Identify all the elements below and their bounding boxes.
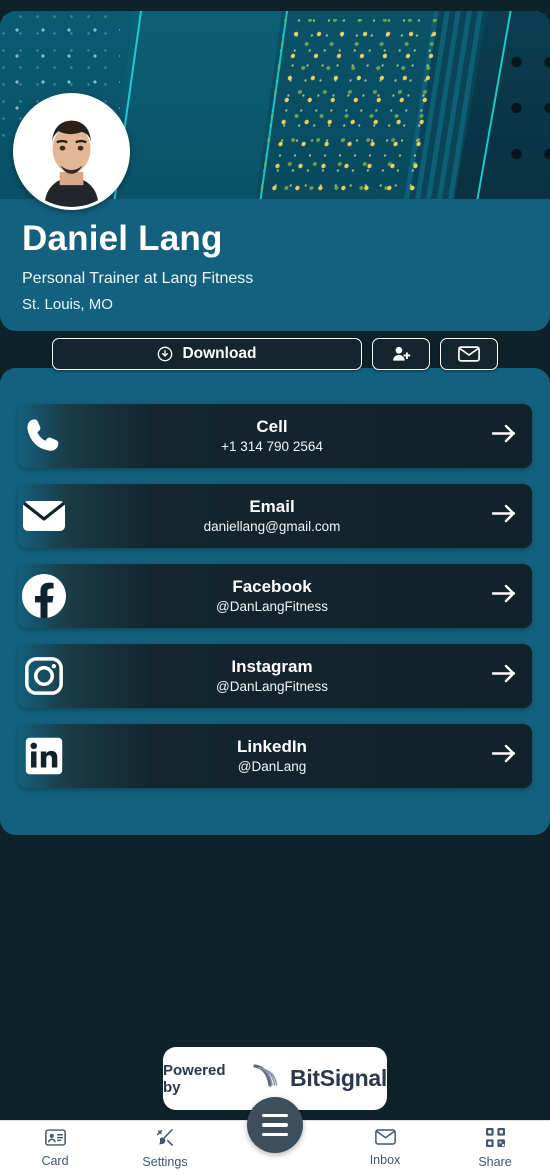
avatar xyxy=(13,93,130,210)
arrow-right-icon[interactable] xyxy=(490,502,518,531)
list-item-text: Cell +1 314 790 2564 xyxy=(18,416,532,456)
list-item-text: LinkedIn @DanLang xyxy=(18,736,532,776)
nav-item-card[interactable]: Card xyxy=(0,1128,110,1168)
nav-item-card-label: Card xyxy=(41,1153,69,1168)
phone-icon xyxy=(16,408,72,464)
nav-item-share-label: Share xyxy=(478,1154,512,1169)
profile-job-title: Personal Trainer at Lang Fitness xyxy=(22,269,254,287)
nav-item-inbox-label: Inbox xyxy=(369,1153,401,1167)
add-contact-button[interactable] xyxy=(372,338,430,370)
arrow-right-icon[interactable] xyxy=(490,582,518,611)
id-card-icon xyxy=(44,1128,66,1151)
envelope-icon xyxy=(374,1129,396,1150)
hamburger-line-1 xyxy=(262,1113,288,1118)
nav-item-settings-label: Settings xyxy=(142,1154,188,1169)
list-item-label: LinkedIn xyxy=(237,736,307,756)
list-item-value: @DanLang xyxy=(237,759,307,775)
download-label: Download xyxy=(182,345,257,362)
list-item-label: Facebook xyxy=(232,576,312,596)
list-item-label: Instagram xyxy=(231,656,313,676)
email-button[interactable] xyxy=(440,338,498,370)
list-item-label: Cell xyxy=(256,416,288,436)
list-item[interactable]: LinkedIn @DanLang xyxy=(18,724,532,788)
action-buttons-row: Download xyxy=(0,331,550,377)
arrow-right-icon[interactable] xyxy=(490,742,518,771)
bitsignal-brand-label: BitSignal xyxy=(290,1065,387,1091)
nav-item-settings[interactable]: Settings xyxy=(110,1128,220,1169)
arrow-right-icon[interactable] xyxy=(490,422,518,451)
list-item-text: Email daniellang@gmail.com xyxy=(18,496,532,536)
links-card: Cell +1 314 790 2564 Email daniellang@gm… xyxy=(0,368,550,835)
brush-wand-icon xyxy=(155,1128,176,1152)
download-circle-icon xyxy=(157,346,173,362)
profile-info-band: Daniel Lang Personal Trainer at Lang Fit… xyxy=(0,199,550,331)
links-list: Cell +1 314 790 2564 Email daniellang@gm… xyxy=(0,404,550,804)
envelope-icon xyxy=(16,488,72,544)
list-item-value: @DanLangFitness xyxy=(215,679,328,695)
list-item-value: @DanLangFitness xyxy=(215,599,328,615)
linkedin-icon xyxy=(16,728,72,784)
profile-location: St. Louis, MO xyxy=(22,295,113,313)
list-item[interactable]: Instagram @DanLangFitness xyxy=(18,644,532,708)
list-item-value: +1 314 790 2564 xyxy=(221,439,323,455)
instagram-icon xyxy=(16,648,72,704)
list-item-text: Facebook @DanLangFitness xyxy=(18,576,532,616)
list-item[interactable]: Email daniellang@gmail.com xyxy=(18,484,532,548)
list-item[interactable]: Facebook @DanLangFitness xyxy=(18,564,532,628)
banner-dots-dark xyxy=(494,39,550,189)
user-plus-icon xyxy=(391,344,411,364)
digital-business-card-screen: Daniel Lang Personal Trainer at Lang Fit… xyxy=(0,0,550,1175)
envelope-icon xyxy=(458,346,480,362)
banner-dots-gold xyxy=(259,19,445,199)
list-item-label: Email xyxy=(249,496,295,516)
list-item-value: daniellang@gmail.com xyxy=(203,519,341,535)
user-photo-icon xyxy=(16,96,127,207)
qr-code-icon xyxy=(485,1127,505,1152)
nav-item-share[interactable]: Share xyxy=(440,1127,550,1169)
facebook-icon xyxy=(16,568,72,624)
download-button[interactable]: Download xyxy=(52,338,362,370)
nav-item-inbox[interactable]: Inbox xyxy=(330,1129,440,1167)
hamburger-line-3 xyxy=(262,1132,288,1137)
hamburger-menu-button[interactable] xyxy=(247,1097,303,1153)
arrow-right-icon[interactable] xyxy=(490,662,518,691)
powered-by-label: Powered by xyxy=(163,1061,226,1096)
hamburger-line-2 xyxy=(262,1123,288,1127)
list-item-text: Instagram @DanLangFitness xyxy=(18,656,532,696)
bitsignal-swoosh-icon xyxy=(252,1063,282,1094)
list-item[interactable]: Cell +1 314 790 2564 xyxy=(18,404,532,468)
page-title: Daniel Lang xyxy=(22,219,223,258)
